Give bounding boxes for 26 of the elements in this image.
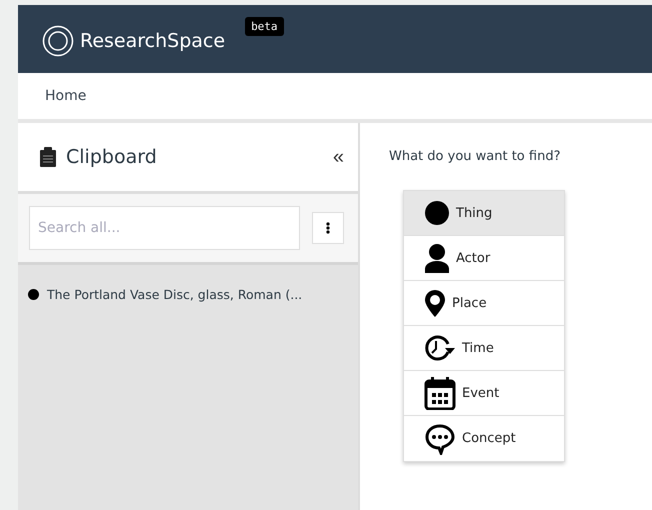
home-link[interactable]: Home bbox=[45, 88, 86, 104]
speech-bubble-icon bbox=[424, 422, 456, 454]
clipboard-icon bbox=[40, 147, 56, 167]
category-option[interactable]: Concept bbox=[404, 416, 564, 461]
category-option[interactable]: Event bbox=[404, 371, 564, 416]
person-icon bbox=[424, 243, 450, 273]
kebab-icon bbox=[326, 222, 330, 234]
map-pin-icon bbox=[424, 289, 446, 317]
more-button[interactable] bbox=[312, 212, 344, 244]
category-option[interactable]: Time bbox=[404, 326, 564, 371]
logo[interactable]: ResearchSpace bbox=[42, 25, 226, 57]
beta-badge: beta bbox=[245, 17, 284, 36]
question-text: What do you want to find? bbox=[389, 149, 562, 164]
panel-title: Clipboard bbox=[66, 146, 158, 168]
search-field[interactable]: Search all... bbox=[29, 206, 300, 250]
category-option[interactable]: Place bbox=[404, 281, 564, 326]
clock-icon bbox=[424, 334, 456, 362]
calendar-icon bbox=[424, 376, 456, 410]
bullet-icon bbox=[28, 289, 39, 300]
category-option[interactable]: Actor bbox=[404, 236, 564, 281]
circle-icon bbox=[424, 200, 450, 226]
rings-icon bbox=[42, 25, 74, 57]
category-option[interactable]: Thing bbox=[404, 191, 564, 236]
clipboard-item[interactable]: The Portland Vase Disc, glass, Roman (... bbox=[47, 287, 302, 302]
logo-text: ResearchSpace bbox=[80, 30, 226, 52]
collapse-button[interactable]: « bbox=[332, 146, 344, 168]
